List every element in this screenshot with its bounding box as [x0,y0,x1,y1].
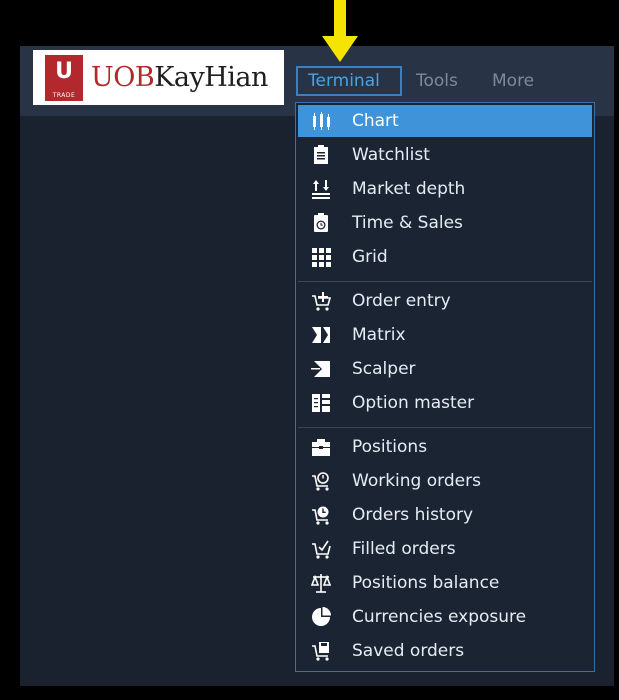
menu-item-scalper[interactable]: Scalper [298,353,592,385]
menu-item-filled-orders[interactable]: Filled orders [298,533,592,565]
logo-caption: TRADE [52,91,76,99]
menu-item-label: Orders history [352,505,474,525]
menu-item-label: Currencies exposure [352,607,527,627]
menu-item-label: Matrix [352,325,406,345]
menu-item-label: Positions [352,437,428,457]
menu-item-time-sales[interactable]: Time & Sales [298,207,592,239]
candlestick-chart-icon [310,110,332,132]
menu-item-currencies-exposure[interactable]: Currencies exposure [298,601,592,633]
filled-orders-icon [310,538,332,560]
menu-item-order-entry[interactable]: Order entry [298,285,592,317]
pie-chart-icon [310,606,332,628]
menu-item-label: Chart [352,111,399,131]
menu-item-saved-orders[interactable]: Saved orders [298,635,592,667]
matrix-icon [310,324,332,346]
menu-item-label: Order entry [352,291,451,311]
nav-tools[interactable]: Tools [406,66,476,96]
menu-item-label: Filled orders [352,539,456,559]
orders-history-icon [310,504,332,526]
menu-item-positions-balance[interactable]: Positions balance [298,567,592,599]
working-orders-icon [310,470,332,492]
highlight-arrow-icon [322,0,358,62]
menu-item-grid[interactable]: Grid [298,241,592,273]
nav-more[interactable]: More [482,66,552,96]
menu-item-label: Positions balance [352,573,500,593]
terminal-dropdown-menu: Chart Watchlist Market depth Time & Sale… [295,102,595,672]
menu-item-label: Time & Sales [352,213,463,233]
time-sales-icon [310,212,332,234]
brand-logo[interactable]: U TRADE UOBKayHian [33,50,284,105]
saved-orders-icon [310,640,332,662]
brand-name: UOBKayHian [91,62,268,93]
menu-item-label: Grid [352,247,388,267]
option-master-icon [310,392,332,414]
menu-item-label: Option master [352,393,475,413]
order-entry-icon [310,290,332,312]
menu-item-market-depth[interactable]: Market depth [298,173,592,205]
menu-item-watchlist[interactable]: Watchlist [298,139,592,171]
brand-name-uob: UOB [91,62,155,93]
menu-item-label: Watchlist [352,145,430,165]
logo-mark-letter: U [55,58,73,84]
menu-item-matrix[interactable]: Matrix [298,319,592,351]
menu-item-working-orders[interactable]: Working orders [298,465,592,497]
scalper-icon [310,358,332,380]
menu-item-chart[interactable]: Chart [298,105,592,137]
logo-mark: U TRADE [45,54,83,101]
market-depth-icon [310,178,332,200]
menu-item-orders-history[interactable]: Orders history [298,499,592,531]
menu-item-label: Working orders [352,471,481,491]
scales-icon [310,572,332,594]
brand-name-kayhian: KayHian [154,62,268,93]
menu-item-positions[interactable]: Positions [298,431,592,463]
menu-item-label: Saved orders [352,641,465,661]
grid-icon [310,246,332,268]
menu-item-label: Market depth [352,179,466,199]
clipboard-list-icon [310,144,332,166]
menu-divider [298,281,592,282]
menu-item-option-master[interactable]: Option master [298,387,592,419]
nav-terminal[interactable]: Terminal [296,66,402,96]
briefcase-icon [310,436,332,458]
menu-divider [298,427,592,428]
menu-item-label: Scalper [352,359,416,379]
